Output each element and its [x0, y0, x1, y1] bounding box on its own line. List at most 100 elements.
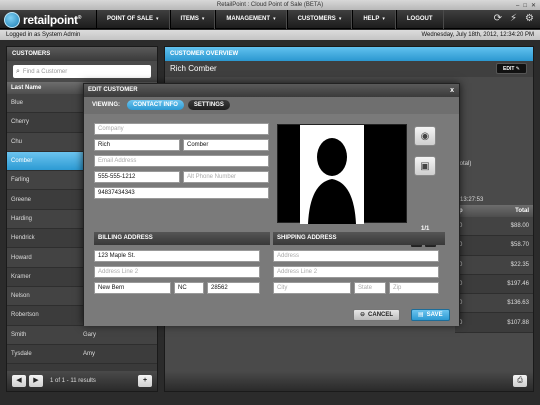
- orders-header: p Total: [455, 205, 533, 217]
- customer-last-name: Cherry: [11, 119, 30, 126]
- logo: retailpoint®: [4, 12, 81, 28]
- webcam-icon: ◉: [420, 131, 430, 142]
- cancel-button[interactable]: ⊖ CANCEL: [353, 309, 401, 321]
- shipping-state[interactable]: State: [354, 282, 386, 294]
- customer-last-name: Howard: [11, 254, 32, 261]
- account-number-field[interactable]: 94837434343: [94, 187, 269, 199]
- chevron-down-icon: ▾: [156, 16, 159, 22]
- customers-panel-title: CUSTOMERS: [7, 47, 157, 61]
- order-total: $197.46: [507, 281, 529, 288]
- order-row[interactable]: 0 $22.35: [455, 255, 533, 275]
- order-total: $107.88: [507, 319, 529, 326]
- nav-logout[interactable]: LOGOUT: [395, 10, 444, 29]
- tab-settings[interactable]: SETTINGS: [187, 100, 230, 110]
- billing-address-header: BILLING ADDRESS: [94, 232, 270, 245]
- customers-footer: ◀ ▶ 1 of 1 - 11 results +: [7, 371, 157, 391]
- next-page-button[interactable]: ▶: [29, 375, 43, 387]
- order-row[interactable]: 0 $197.46: [455, 274, 533, 295]
- billing-city[interactable]: New Bern: [94, 282, 171, 294]
- order-total: $136.63: [507, 300, 529, 307]
- folder-icon: ▣: [420, 161, 430, 172]
- customer-last-name: Chu: [11, 138, 23, 145]
- alt-phone-field[interactable]: Alt Phone Number: [183, 171, 269, 183]
- nav-point-of-sale[interactable]: POINT OF SALE ▾: [96, 10, 170, 29]
- customer-last-name: Smith: [11, 331, 27, 338]
- order-row[interactable]: 0 $136.63: [455, 294, 533, 314]
- nav-menu: POINT OF SALE ▾ ITEMS ▾ MANAGEMENT ▾ CUSTOM…: [96, 10, 444, 29]
- add-customer-button[interactable]: +: [138, 375, 152, 387]
- chevron-down-icon: ▾: [273, 16, 276, 22]
- billing-address-1[interactable]: 123 Maple St.: [94, 250, 260, 262]
- save-button[interactable]: ▤ SAVE: [411, 309, 450, 321]
- customer-row[interactable]: Tysdale Amy: [7, 344, 157, 365]
- nav-items[interactable]: ITEMS ▾: [169, 10, 216, 29]
- order-total: $22.35: [510, 261, 529, 268]
- customer-last-name: Kramer: [11, 273, 31, 280]
- customer-photo: [277, 124, 407, 224]
- customer-last-name: Greene: [11, 196, 32, 203]
- search-icon: ⌕: [16, 67, 20, 75]
- shipping-zip[interactable]: Zip: [389, 282, 439, 294]
- settings-icon[interactable]: ⚙: [525, 13, 534, 24]
- customer-last-name: Comber: [11, 158, 33, 165]
- order-total: $58.70: [510, 242, 529, 249]
- shipping-address-1[interactable]: Address: [273, 250, 439, 262]
- orders-table: p Total 0 $88.00 0 $58.70 0 $22.35 0 $197.46 0 $1…: [455, 205, 533, 333]
- tab-contact-info[interactable]: CONTACT INFO: [127, 100, 184, 110]
- window-title-bar: RetailPoint : Cloud Point of Sale (BETA)…: [0, 0, 540, 10]
- order-row[interactable]: 0 $58.70: [455, 236, 533, 256]
- billing-zip[interactable]: 28562: [207, 282, 260, 294]
- refresh-icon[interactable]: ⟳: [494, 13, 502, 24]
- customer-first-name: Gary: [83, 331, 97, 338]
- cancel-icon: ⊖: [360, 312, 366, 318]
- current-datetime: Wednesday, July 18th, 2012, 12:34:20 PM: [421, 32, 534, 38]
- customer-last-name: Tysdale: [11, 351, 32, 357]
- nav-customers[interactable]: CUSTOMERS ▾: [286, 10, 353, 29]
- shipping-city[interactable]: City: [273, 282, 351, 294]
- billing-state[interactable]: NC: [174, 282, 204, 294]
- column-total: Total: [515, 208, 529, 214]
- customer-overview-title: CUSTOMER OVERVIEW: [165, 47, 533, 61]
- edit-customer-button[interactable]: EDIT ✎: [496, 63, 527, 74]
- email-field[interactable]: Email Address: [94, 155, 269, 167]
- customer-last-name: Nelson: [11, 293, 30, 300]
- pencil-icon: ✎: [515, 66, 520, 72]
- billing-address-2[interactable]: Address Line 2: [94, 266, 260, 278]
- chevron-down-icon: ▾: [338, 16, 342, 22]
- prev-page-button[interactable]: ◀: [12, 375, 26, 387]
- order-row[interactable]: 0 $88.00: [455, 217, 533, 237]
- nav-management[interactable]: MANAGEMENT ▾: [215, 10, 287, 29]
- top-navbar: retailpoint® POINT OF SALE ▾ ITEMS ▾ MANAG…: [0, 10, 540, 29]
- customer-last-name: Harding: [11, 215, 33, 222]
- lightning-icon[interactable]: ⚡: [510, 13, 517, 24]
- last-name-field[interactable]: Comber: [183, 139, 269, 151]
- phone-field[interactable]: 555-555-1212: [94, 171, 180, 183]
- order-row[interactable]: 0 $107.88: [455, 313, 533, 333]
- viewing-label: VIEWING:: [92, 102, 120, 108]
- customer-last-name: Hendrick: [11, 235, 35, 242]
- chevron-down-icon: ▾: [382, 16, 385, 22]
- company-field[interactable]: Company: [94, 123, 269, 135]
- shipping-address-2[interactable]: Address Line 2: [273, 266, 439, 278]
- customer-last-name: Farling: [11, 177, 30, 184]
- search-placeholder: Find a Customer: [22, 68, 68, 75]
- webcam-button[interactable]: ◉: [414, 126, 436, 146]
- logged-in-user: Logged in as System Admin: [6, 32, 81, 38]
- save-icon: ▤: [418, 312, 424, 318]
- customer-search-input[interactable]: ⌕ Find a Customer: [13, 65, 151, 78]
- shipping-address-header: SHIPPING ADDRESS: [273, 232, 445, 245]
- window-title: RetailPoint : Cloud Point of Sale (BETA): [216, 2, 324, 8]
- customer-last-name: Robertson: [11, 312, 39, 319]
- dialog-tabs: VIEWING: CONTACT INFO SETTINGS: [84, 97, 459, 113]
- chevron-down-icon: ▾: [201, 16, 205, 22]
- print-button[interactable]: ⎙: [513, 375, 527, 387]
- silhouette-placeholder: [300, 125, 364, 224]
- customer-row[interactable]: Smith Gary: [7, 325, 157, 345]
- close-icon[interactable]: x: [450, 84, 454, 97]
- upload-photo-button[interactable]: ▣: [414, 156, 436, 176]
- first-name-field[interactable]: Rich: [94, 139, 180, 151]
- nav-help[interactable]: HELP ▾: [352, 10, 396, 29]
- printer-icon: ⎙: [517, 377, 523, 384]
- customer-search-wrap: ⌕ Find a Customer: [7, 61, 157, 82]
- overview-footer: ⎙: [165, 371, 533, 391]
